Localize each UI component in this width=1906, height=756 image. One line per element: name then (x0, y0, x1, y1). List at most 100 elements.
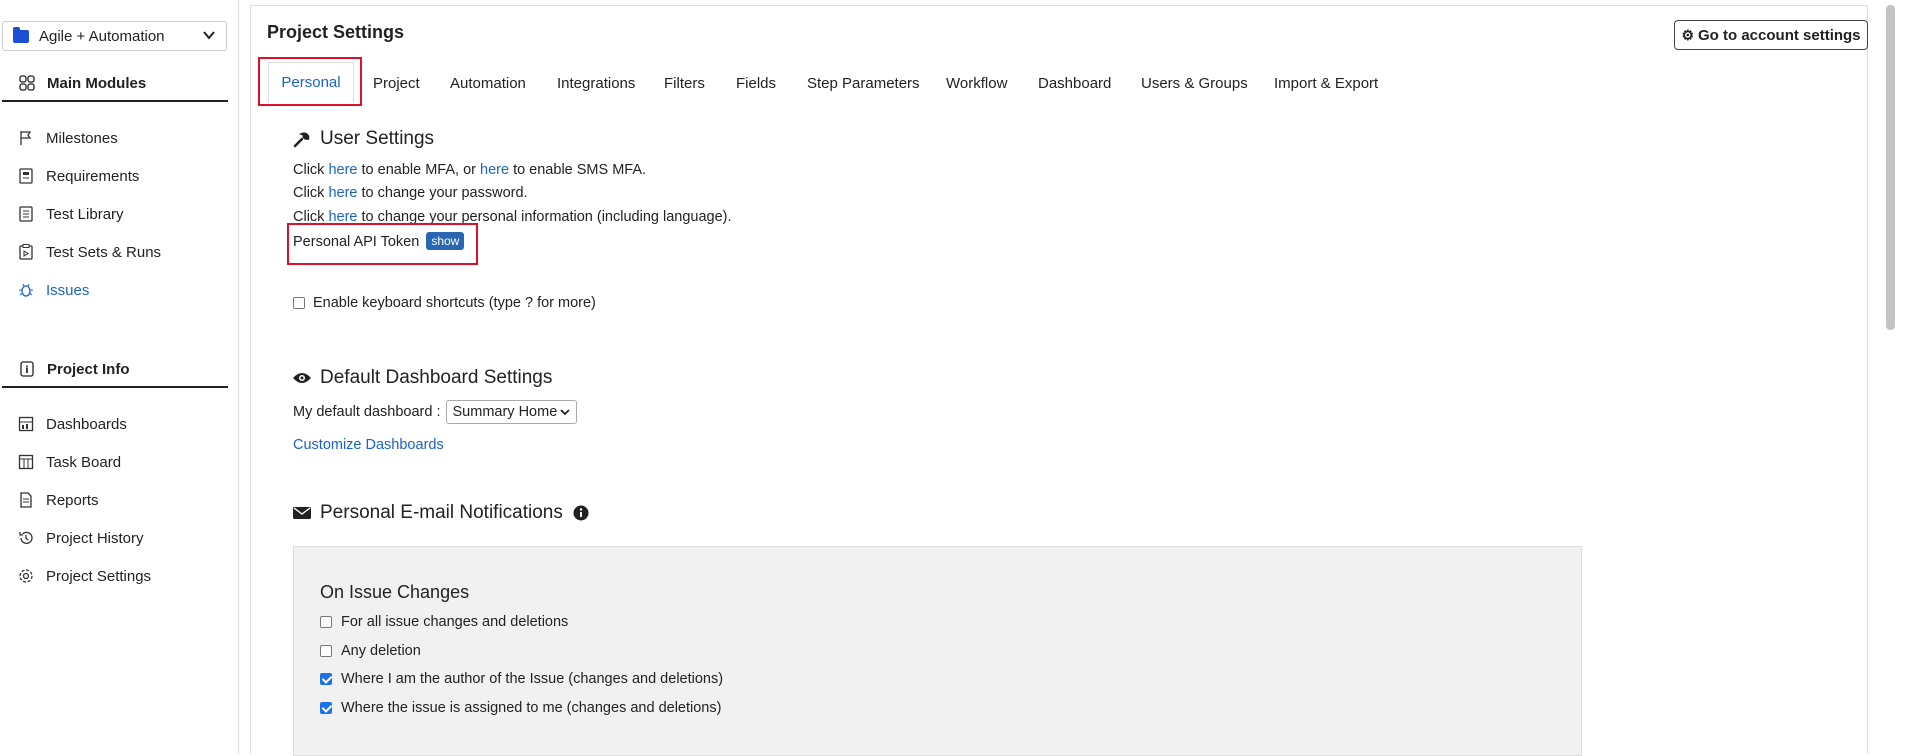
test-sets-icon (19, 244, 33, 260)
project-selector-label: Agile + Automation (39, 27, 165, 45)
main-modules-header[interactable]: Main Modules (2, 66, 228, 102)
notify-option-label: Where the issue is assigned to me (chang… (341, 700, 722, 716)
sidebar-item-label: Milestones (46, 129, 118, 147)
notify-option-row: Any deletion (320, 643, 421, 659)
svg-text:i: i (25, 365, 28, 376)
default-dashboard-label: My default dashboard : (293, 404, 441, 420)
wrench-icon (292, 130, 312, 148)
sidebar-item-label: Test Library (46, 205, 124, 223)
keyboard-shortcuts-label: Enable keyboard shortcuts (type ? for mo… (313, 295, 596, 311)
flag-icon (20, 131, 32, 145)
issue-changes-title: On Issue Changes (320, 582, 470, 602)
notify-deletion-checkbox[interactable] (320, 645, 332, 657)
change-password-link[interactable]: here (328, 185, 357, 201)
text: Click (293, 185, 325, 201)
notify-author-checkbox[interactable] (320, 673, 332, 685)
keyboard-shortcuts-checkbox[interactable] (293, 297, 305, 309)
project-selector[interactable]: Agile + Automation (2, 21, 227, 51)
sidebar-item-requirements[interactable]: Requirements (18, 164, 139, 188)
gear-icon (19, 569, 33, 583)
default-dashboard-select[interactable]: Summary Home (445, 400, 578, 424)
select-value: Summary Home (452, 404, 558, 420)
folder-icon (13, 26, 29, 43)
project-info-header[interactable]: i Project Info (2, 352, 228, 388)
sidebar-item-test-sets[interactable]: Test Sets & Runs (18, 240, 161, 264)
text: to enable SMS MFA. (513, 162, 647, 178)
tab-step-parameters[interactable]: Step Parameters (807, 67, 920, 99)
notify-option-row: For all issue changes and deletions (320, 614, 568, 630)
sidebar-item-label: Reports (46, 491, 99, 509)
sidebar-item-project-settings[interactable]: Project Settings (18, 564, 151, 588)
tab-dashboard[interactable]: Dashboard (1038, 67, 1111, 99)
requirements-icon (19, 168, 33, 184)
issue-changes-panel (293, 546, 1582, 756)
sidebar-item-issues[interactable]: Issues (18, 278, 89, 302)
tab-project[interactable]: Project (373, 67, 420, 99)
bug-icon (19, 283, 33, 297)
notify-assigned-checkbox[interactable] (320, 702, 332, 714)
highlight-api-token (287, 223, 478, 265)
modules-icon (19, 75, 35, 91)
mfa-line: Click here to enable MFA, or here to ena… (293, 162, 646, 178)
sidebar-item-label: Requirements (46, 167, 140, 185)
text: to enable MFA, or (361, 162, 476, 178)
sidebar-item-task-board[interactable]: Task Board (18, 450, 121, 474)
customize-dashboards-link[interactable]: Customize Dashboards (293, 437, 444, 453)
notify-option-row: Where I am the author of the Issue (chan… (320, 671, 723, 687)
notify-option-label: Any deletion (341, 643, 421, 659)
envelope-icon (292, 506, 312, 520)
text: Click (293, 162, 325, 178)
tab-import-export[interactable]: Import & Export (1274, 67, 1378, 99)
dashboard-settings-title: Default Dashboard Settings (320, 367, 553, 388)
account-settings-button[interactable]: ⚙ Go to account settings (1674, 20, 1868, 50)
task-board-icon (18, 454, 34, 470)
keyboard-shortcuts-row: Enable keyboard shortcuts (type ? for mo… (293, 295, 596, 311)
main-modules-label: Main Modules (47, 74, 147, 92)
tab-users-groups[interactable]: Users & Groups (1141, 67, 1248, 99)
highlight-personal-tab (258, 57, 362, 106)
sidebar-item-reports[interactable]: Reports (18, 488, 99, 512)
tab-automation[interactable]: Automation (450, 67, 526, 99)
sidebar-item-label: Project History (46, 529, 144, 547)
notifications-title: Personal E-mail Notifications (320, 502, 563, 523)
info-icon: i (20, 361, 34, 377)
tab-filters[interactable]: Filters (664, 67, 705, 99)
tab-workflow[interactable]: Workflow (946, 67, 1007, 99)
gears-icon: ⚙ (1681, 26, 1695, 43)
sidebar-item-project-history[interactable]: Project History (18, 526, 144, 550)
info-circle-icon[interactable] (573, 505, 589, 521)
dashboard-icon (18, 416, 34, 432)
notify-all-checkbox[interactable] (320, 616, 332, 628)
test-library-icon (19, 206, 33, 222)
eye-icon (292, 371, 312, 385)
page-title: Project Settings (267, 22, 405, 42)
password-line: Click here to change your password. (293, 185, 528, 201)
history-icon (19, 531, 33, 544)
notify-option-label: Where I am the author of the Issue (chan… (341, 671, 724, 687)
sidebar-item-dashboards[interactable]: Dashboards (18, 412, 127, 436)
sidebar-item-milestones[interactable]: Milestones (18, 126, 118, 150)
tab-fields[interactable]: Fields (736, 67, 776, 99)
sidebar-item-label: Test Sets & Runs (46, 243, 162, 261)
sidebar-item-label: Dashboards (46, 415, 127, 433)
sidebar-item-test-library[interactable]: Test Library (18, 202, 124, 226)
sidebar-item-label: Project Settings (46, 567, 152, 585)
account-settings-label: Go to account settings (1698, 26, 1861, 44)
notify-option-label: For all issue changes and deletions (341, 614, 569, 630)
enable-mfa-link[interactable]: here (328, 162, 357, 178)
dashboard-settings-heading: Default Dashboard Settings (292, 367, 552, 389)
notify-option-row: Where the issue is assigned to me (chang… (320, 700, 721, 716)
user-settings-heading: User Settings (292, 128, 434, 150)
enable-sms-mfa-link[interactable]: here (480, 162, 509, 178)
chevron-down-icon (203, 31, 215, 40)
vertical-scrollbar[interactable] (1886, 5, 1895, 330)
chevron-down-icon (560, 409, 570, 416)
text: to change your password. (361, 185, 528, 201)
user-settings-title: User Settings (320, 128, 435, 149)
notifications-heading: Personal E-mail Notifications (292, 502, 589, 524)
reports-icon (20, 492, 32, 508)
default-dashboard-row: My default dashboard : Summary Home (293, 400, 578, 424)
sidebar-item-label: Issues (46, 281, 90, 299)
sidebar-item-label: Task Board (46, 453, 122, 471)
tab-integrations[interactable]: Integrations (557, 67, 635, 99)
